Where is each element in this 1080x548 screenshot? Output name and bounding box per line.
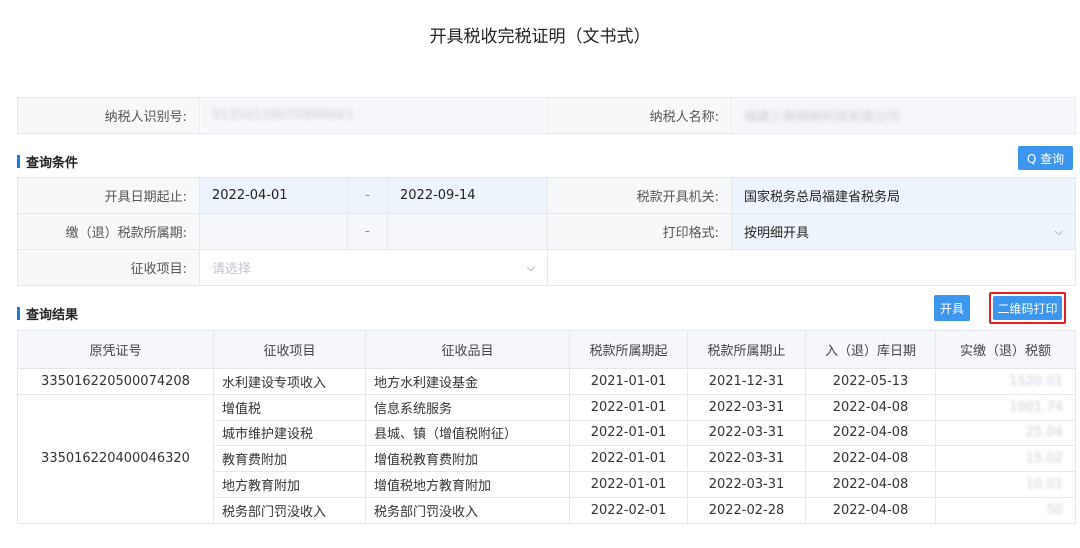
table-row[interactable]: 335016220400046320 增值税 信息系统服务 2022-01-01… <box>17 393 1076 524</box>
levy-item-cell: 增值税 <box>213 393 366 421</box>
column-header: 税款所属期起 <box>569 330 688 369</box>
chevron-down-icon: ⌵ <box>526 260 535 274</box>
taxpayer-name-field: 福建三带网络科技有限公司 <box>731 97 1076 134</box>
levy-item-cell: 水利建设专项收入 <box>213 368 366 395</box>
date-end-input[interactable]: 2022-09-14 <box>387 177 548 214</box>
results-header-row: 原凭证号 征收项目 征收品目 税款所属期起 税款所属期止 入（退）库日期 实缴（… <box>17 330 1076 369</box>
column-header: 实缴（退）税额 <box>935 330 1076 369</box>
section-accent-bar <box>17 155 20 168</box>
storage-date-cell: 2022-04-08 <box>805 393 936 421</box>
storage-date-cell: 2022-04-08 <box>805 445 936 473</box>
results-section-title: 查询结果 <box>17 304 78 323</box>
cert-number-cell: 335016220400046320 <box>17 393 214 524</box>
page-title: 开具税收完税证明（文书式） <box>429 27 651 47</box>
print-format-value: 按明细开具 <box>744 226 810 241</box>
storage-date-cell: 2022-04-08 <box>805 419 936 447</box>
column-header: 税款所属期止 <box>687 330 806 369</box>
taxpayer-id-label: 纳税人识别号: <box>17 97 200 134</box>
authority-label: 税款开具机关: <box>547 177 732 214</box>
period-start-cell: 2022-01-01 <box>569 471 688 498</box>
period-end-cell: 2022-03-31 <box>687 393 806 421</box>
tax-period-start-input[interactable] <box>199 213 348 250</box>
taxpayer-id-field: 91350128070896663 <box>199 97 548 134</box>
period-end-cell: 2022-03-31 <box>687 445 806 473</box>
levy-item-cell: 税务部门罚没收入 <box>213 496 366 524</box>
tax-period-end-input[interactable] <box>387 213 548 250</box>
period-end-cell: 2021-12-31 <box>687 368 806 395</box>
results-section-label: 查询结果 <box>26 308 79 323</box>
period-start-cell: 2022-01-01 <box>569 445 688 473</box>
period-end-cell: 2022-03-31 <box>687 419 806 447</box>
issue-button[interactable]: 开具 <box>934 295 970 321</box>
query-section-title: 查询条件 <box>17 152 78 171</box>
storage-date-cell: 2022-05-13 <box>805 368 936 395</box>
results-table: 原凭证号 征收项目 征收品目 税款所属期起 税款所属期止 入（退）库日期 实缴（… <box>17 330 1076 524</box>
levy-sub-item-cell: 地方水利建设基金 <box>365 368 570 395</box>
column-header: 原凭证号 <box>17 330 214 369</box>
levy-item-label: 征收项目: <box>17 249 200 286</box>
print-format-label: 打印格式: <box>547 213 732 250</box>
levy-item-select[interactable]: 请选择 ⌵ <box>199 249 548 286</box>
column-header: 征收品目 <box>365 330 570 369</box>
amount-cell: 10.01 <box>935 471 1076 498</box>
taxpayer-name-label: 纳税人名称: <box>547 97 732 134</box>
qr-print-highlight: 二维码打印 <box>989 292 1066 324</box>
period-end-cell: 2022-03-31 <box>687 471 806 498</box>
print-format-select[interactable]: 按明细开具 ⌵ <box>731 213 1076 250</box>
column-header: 入（退）库日期 <box>805 330 936 369</box>
levy-sub-item-cell: 增值税教育费附加 <box>365 445 570 473</box>
authority-field: 国家税务总局福建省税务局 <box>731 177 1076 214</box>
period-start-cell: 2022-01-01 <box>569 419 688 447</box>
tax-period-label: 缴（退）税款所属期: <box>17 213 200 250</box>
tax-period-separator: - <box>347 213 388 250</box>
levy-item-cell: 地方教育附加 <box>213 471 366 498</box>
query-conditions-table: 开具日期起止: 2022-04-01 - 2022-09-14 税款开具机关: … <box>17 177 1076 286</box>
qr-print-button[interactable]: 二维码打印 <box>993 296 1062 320</box>
amount-cell: 50 <box>935 496 1076 524</box>
levy-item-cell: 教育费附加 <box>213 445 366 473</box>
amount-cell: 15.02 <box>935 445 1076 473</box>
storage-date-cell: 2022-04-08 <box>805 471 936 498</box>
cert-number-cell: 335016220500074208 <box>17 368 214 395</box>
chevron-down-icon: ⌵ <box>1054 224 1063 238</box>
query-section-label: 查询条件 <box>26 156 79 171</box>
date-start-input[interactable]: 2022-04-01 <box>199 177 348 214</box>
levy-item-placeholder: 请选择 <box>212 262 252 277</box>
taxpayer-info-table: 纳税人识别号: 91350128070896663 纳税人名称: 福建三带网络科… <box>17 97 1076 134</box>
levy-sub-item-cell: 增值税地方教育附加 <box>365 471 570 498</box>
amount-cell: 1520.01 <box>935 368 1076 395</box>
amount-cell: 1001.74 <box>935 393 1076 421</box>
period-end-cell: 2022-02-28 <box>687 496 806 524</box>
section-accent-bar <box>17 307 20 320</box>
empty-cell <box>547 249 1076 286</box>
date-range-separator: - <box>347 177 388 214</box>
period-start-cell: 2022-01-01 <box>569 393 688 421</box>
table-row[interactable]: 335016220500074208 水利建设专项收入 地方水利建设基金 202… <box>17 368 1076 395</box>
period-start-cell: 2022-02-01 <box>569 496 688 524</box>
column-header: 征收项目 <box>213 330 366 369</box>
levy-sub-item-cell: 税务部门罚没收入 <box>365 496 570 524</box>
levy-sub-item-cell: 县城、镇（增值税附征） <box>365 419 570 447</box>
period-start-cell: 2021-01-01 <box>569 368 688 395</box>
date-range-label: 开具日期起止: <box>17 177 200 214</box>
query-button[interactable]: Q 查询 <box>1018 146 1073 170</box>
amount-cell: 25.04 <box>935 419 1076 447</box>
levy-sub-item-cell: 信息系统服务 <box>365 393 570 421</box>
storage-date-cell: 2022-04-08 <box>805 496 936 524</box>
levy-item-cell: 城市维护建设税 <box>213 419 366 447</box>
